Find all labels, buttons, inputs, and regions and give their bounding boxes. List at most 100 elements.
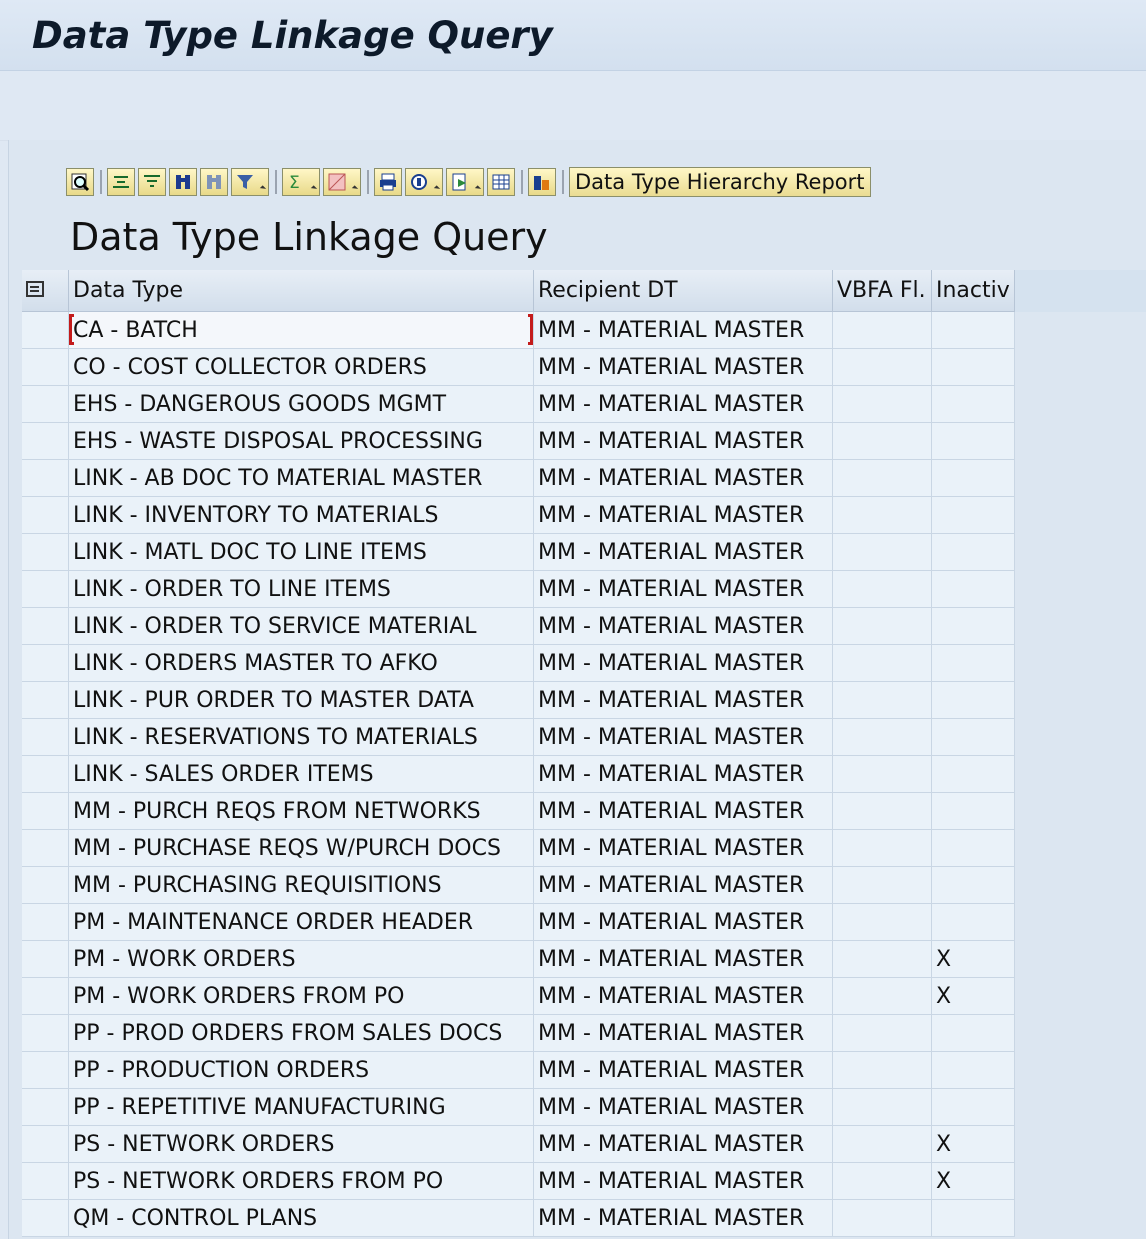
inactive-cell[interactable] — [931, 496, 1015, 534]
row-selector[interactable] — [22, 940, 69, 978]
recipient-dt-cell[interactable]: MM - MATERIAL MASTER — [533, 792, 833, 830]
vbfa-flag-cell[interactable] — [832, 1051, 932, 1089]
vbfa-flag-cell[interactable] — [832, 718, 932, 756]
recipient-dt-cell[interactable]: MM - MATERIAL MASTER — [533, 1014, 833, 1052]
recipient-dt-cell[interactable]: MM - MATERIAL MASTER — [533, 348, 833, 386]
table-row[interactable]: LINK - AB DOC TO MATERIAL MASTER MM - MAT… — [22, 459, 1015, 497]
data-type-cell[interactable]: EHS - DANGEROUS GOODS MGMT — [68, 385, 534, 423]
filter-icon[interactable] — [231, 168, 269, 196]
table-row[interactable]: LINK - ORDER TO SERVICE MATERIAL MM - MAT… — [22, 607, 1015, 645]
sum-icon[interactable]: Σ — [282, 168, 320, 196]
column-header-data-type[interactable]: Data Type — [68, 270, 534, 312]
vbfa-flag-cell[interactable] — [832, 792, 932, 830]
vbfa-flag-cell[interactable] — [832, 1125, 932, 1163]
send-icon[interactable] — [446, 168, 484, 196]
vbfa-flag-cell[interactable] — [832, 644, 932, 682]
data-type-cell[interactable]: PP - PRODUCTION ORDERS — [68, 1051, 534, 1089]
inactive-cell[interactable] — [931, 792, 1015, 830]
table-row[interactable]: CO - COST COLLECTOR ORDERS MM - MATERIAL … — [22, 348, 1015, 386]
vbfa-flag-cell[interactable] — [832, 348, 932, 386]
export-icon[interactable] — [405, 168, 443, 196]
table-row[interactable]: PP - PRODUCTION ORDERS MM - MATERIAL MAST… — [22, 1051, 1015, 1089]
table-row[interactable]: LINK - RESERVATIONS TO MATERIALS MM - MAT… — [22, 718, 1015, 756]
vbfa-flag-cell[interactable] — [832, 311, 932, 349]
table-row[interactable]: PS - NETWORK ORDERS MM - MATERIAL MASTER X — [22, 1125, 1015, 1163]
data-type-cell[interactable]: PM - WORK ORDERS — [68, 940, 534, 978]
sort-descending-icon[interactable] — [138, 168, 166, 196]
vbfa-flag-cell[interactable] — [832, 866, 932, 904]
data-type-cell[interactable]: LINK - MATL DOC TO LINE ITEMS — [68, 533, 534, 571]
row-selector[interactable] — [22, 570, 69, 608]
table-row[interactable]: PS - NETWORK ORDERS FROM PO MM - MATERIAL… — [22, 1162, 1015, 1200]
vbfa-flag-cell[interactable] — [832, 977, 932, 1015]
vbfa-flag-cell[interactable] — [832, 496, 932, 534]
recipient-dt-cell[interactable]: MM - MATERIAL MASTER — [533, 385, 833, 423]
row-selector[interactable] — [22, 1051, 69, 1089]
column-header-inactive[interactable]: Inactiv — [931, 270, 1015, 312]
row-selector[interactable] — [22, 385, 69, 423]
table-row[interactable]: LINK - SALES ORDER ITEMS MM - MATERIAL MA… — [22, 755, 1015, 793]
row-selector[interactable] — [22, 422, 69, 460]
data-type-cell[interactable]: LINK - ORDER TO LINE ITEMS — [68, 570, 534, 608]
recipient-dt-cell[interactable]: MM - MATERIAL MASTER — [533, 570, 833, 608]
row-selector[interactable] — [22, 977, 69, 1015]
recipient-dt-cell[interactable]: MM - MATERIAL MASTER — [533, 1088, 833, 1126]
table-row[interactable]: MM - PURCHASE REQS W/PURCH DOCS MM - MATE… — [22, 829, 1015, 867]
table-row[interactable]: PP - REPETITIVE MANUFACTURING MM - MATERI… — [22, 1088, 1015, 1126]
recipient-dt-cell[interactable]: MM - MATERIAL MASTER — [533, 866, 833, 904]
inactive-cell[interactable]: X — [931, 940, 1015, 978]
row-selector[interactable] — [22, 644, 69, 682]
data-type-cell[interactable]: LINK - INVENTORY TO MATERIALS — [68, 496, 534, 534]
row-selector[interactable] — [22, 459, 69, 497]
data-type-cell[interactable]: LINK - SALES ORDER ITEMS — [68, 755, 534, 793]
subtotals-icon[interactable] — [323, 168, 361, 196]
data-type-cell[interactable]: MM - PURCHASE REQS W/PURCH DOCS — [68, 829, 534, 867]
data-type-cell[interactable]: PP - PROD ORDERS FROM SALES DOCS — [68, 1014, 534, 1052]
inactive-cell[interactable] — [931, 755, 1015, 793]
recipient-dt-cell[interactable]: MM - MATERIAL MASTER — [533, 422, 833, 460]
vbfa-flag-cell[interactable] — [832, 570, 932, 608]
row-selector[interactable] — [22, 1199, 69, 1237]
data-type-cell[interactable]: LINK - ORDER TO SERVICE MATERIAL — [68, 607, 534, 645]
column-header-recipient-dt[interactable]: Recipient DT — [533, 270, 833, 312]
vbfa-flag-cell[interactable] — [832, 607, 932, 645]
inactive-cell[interactable] — [931, 607, 1015, 645]
inactive-cell[interactable] — [931, 570, 1015, 608]
table-row[interactable]: EHS - DANGEROUS GOODS MGMT MM - MATERIAL … — [22, 385, 1015, 423]
recipient-dt-cell[interactable]: MM - MATERIAL MASTER — [533, 755, 833, 793]
data-type-cell[interactable]: MM - PURCH REQS FROM NETWORKS — [68, 792, 534, 830]
table-row[interactable]: PM - WORK ORDERS FROM PO MM - MATERIAL MA… — [22, 977, 1015, 1015]
inactive-cell[interactable] — [931, 311, 1015, 349]
column-header-vbfa-flag[interactable]: VBFA Fl. — [832, 270, 932, 312]
vbfa-flag-cell[interactable] — [832, 422, 932, 460]
data-type-cell[interactable]: LINK - PUR ORDER TO MASTER DATA — [68, 681, 534, 719]
data-type-cell[interactable]: PM - WORK ORDERS FROM PO — [68, 977, 534, 1015]
inactive-cell[interactable] — [931, 385, 1015, 423]
inactive-cell[interactable] — [931, 718, 1015, 756]
recipient-dt-cell[interactable]: MM - MATERIAL MASTER — [533, 533, 833, 571]
vbfa-flag-cell[interactable] — [832, 1199, 932, 1237]
print-preview-icon[interactable] — [374, 168, 402, 196]
vbfa-flag-cell[interactable] — [832, 755, 932, 793]
table-row[interactable]: PP - PROD ORDERS FROM SALES DOCS MM - MAT… — [22, 1014, 1015, 1052]
data-type-cell[interactable]: EHS - WASTE DISPOSAL PROCESSING — [68, 422, 534, 460]
vbfa-flag-cell[interactable] — [832, 1162, 932, 1200]
row-selector[interactable] — [22, 681, 69, 719]
vbfa-flag-cell[interactable] — [832, 903, 932, 941]
data-type-cell[interactable]: CA - BATCH — [68, 311, 534, 349]
row-selector[interactable] — [22, 533, 69, 571]
data-type-cell[interactable]: PS - NETWORK ORDERS — [68, 1125, 534, 1163]
inactive-cell[interactable] — [931, 866, 1015, 904]
recipient-dt-cell[interactable]: MM - MATERIAL MASTER — [533, 903, 833, 941]
inactive-cell[interactable]: X — [931, 1125, 1015, 1163]
table-row[interactable]: QM - CONTROL PLANS MM - MATERIAL MASTER — [22, 1199, 1015, 1237]
row-selector[interactable] — [22, 311, 69, 349]
row-selector[interactable] — [22, 792, 69, 830]
recipient-dt-cell[interactable]: MM - MATERIAL MASTER — [533, 311, 833, 349]
row-selector[interactable] — [22, 866, 69, 904]
inactive-cell[interactable] — [931, 903, 1015, 941]
data-type-cell[interactable]: PM - MAINTENANCE ORDER HEADER — [68, 903, 534, 941]
recipient-dt-cell[interactable]: MM - MATERIAL MASTER — [533, 1199, 833, 1237]
row-selector[interactable] — [22, 1088, 69, 1126]
data-type-cell[interactable]: CO - COST COLLECTOR ORDERS — [68, 348, 534, 386]
